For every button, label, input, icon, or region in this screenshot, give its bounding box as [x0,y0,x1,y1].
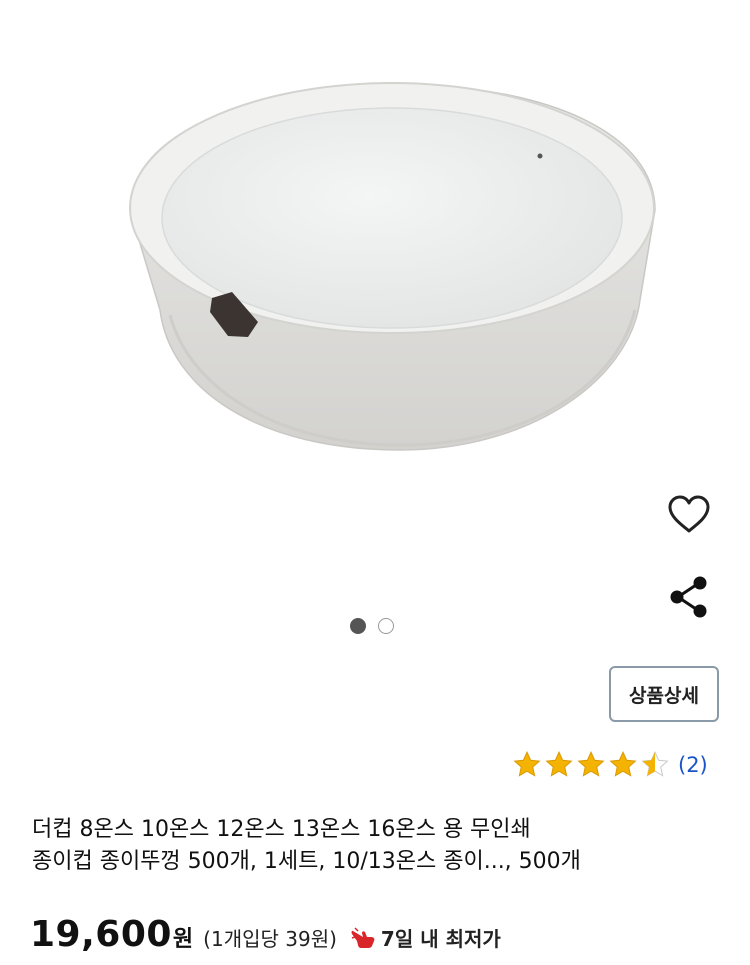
currency-unit: 원 [172,927,194,952]
sale-price: 19,600 [30,914,172,955]
star-icon [577,751,605,777]
star-icon [513,751,541,777]
wishlist-heart-icon[interactable] [664,491,714,537]
share-icon[interactable] [666,574,712,620]
review-count-link[interactable]: (2) [678,753,708,777]
product-image [129,82,656,451]
star-icon [609,751,637,777]
unit-price: (1개입당 39원) [203,927,337,951]
lowest-price-label: 7일 내 최저가 [380,927,501,951]
carousel-dot-active[interactable] [350,618,366,634]
star-icon [545,751,573,777]
product-detail-button[interactable]: 상품상세 [609,666,719,722]
rating-stars[interactable]: (2) [512,750,708,780]
price-row: 19,600 원 (1개입당 39원) 7일 내 최저가 [30,914,501,955]
lowest-price-badge: 7일 내 최저가 [351,923,501,952]
star-half-icon [641,751,669,777]
product-image-carousel[interactable] [0,0,750,618]
product-title[interactable]: 더컵 8온스 10온스 12온스 13온스 16온스 용 무인쇄 종이컵 종이뚜… [32,814,722,878]
product-title-line: 더컵 8온스 10온스 12온스 13온스 16온스 용 무인쇄 [32,817,531,842]
carousel-dot[interactable] [378,618,394,634]
product-title-line: 종이컵 종이뚜껑 500개, 1세트, 10/13온스 종이..., 500개 [32,849,581,874]
carousel-pagination [350,618,394,634]
pointing-hand-icon [351,926,375,948]
